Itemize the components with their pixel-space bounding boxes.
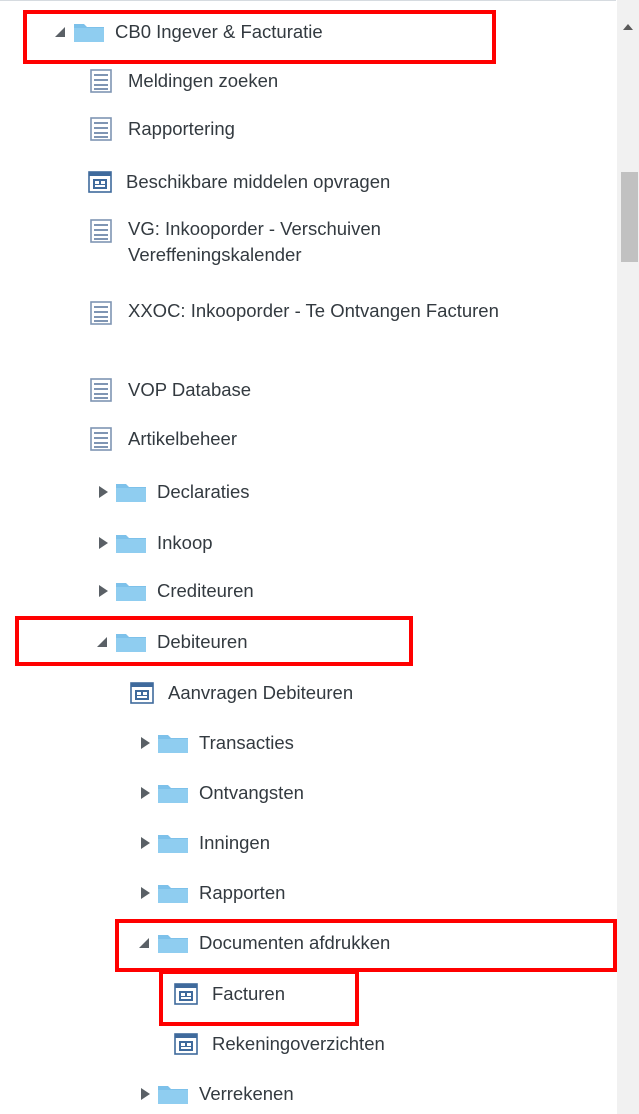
folder-icon <box>157 832 189 854</box>
tree-folder-declaraties[interactable]: Declaraties <box>94 477 250 507</box>
tree-item-label: XXOC: Inkooporder - Te Ontvangen Facture… <box>128 300 499 321</box>
folder-icon <box>157 882 189 904</box>
tree-item-label: VG: Inkooporder - Verschuiven Vereffenin… <box>128 218 381 265</box>
tree-folder-verrekenen[interactable]: Verrekenen <box>136 1079 294 1109</box>
task-icon <box>130 682 154 704</box>
tree-item-rekeningoverzichten[interactable]: Rekeningoverzichten <box>174 1029 385 1059</box>
expanded-triangle-icon[interactable] <box>136 934 154 952</box>
tree-folder-inkoop[interactable]: Inkoop <box>94 528 213 558</box>
page-icon <box>90 378 112 402</box>
tree-item-vop-database[interactable]: VOP Database <box>90 375 251 405</box>
folder-icon <box>115 580 147 602</box>
tree-folder-label: Ontvangsten <box>199 782 304 803</box>
navigator-tree: CB0 Ingever & Facturatie Meldingen zoeke… <box>0 0 617 1114</box>
tree-folder-debiteuren[interactable]: Debiteuren <box>94 627 248 657</box>
tree-item-facturen[interactable]: Facturen <box>174 979 285 1009</box>
page-icon <box>90 219 112 243</box>
collapsed-triangle-icon[interactable] <box>136 1085 154 1103</box>
tree-folder-label: Transacties <box>199 732 294 753</box>
folder-icon <box>157 732 189 754</box>
tree-folder-label: Inningen <box>199 832 270 853</box>
expanded-triangle-icon[interactable] <box>94 633 112 651</box>
tree-item-label: Meldingen zoeken <box>128 70 279 91</box>
tree-item-label: Rapportering <box>128 118 235 139</box>
tree-item-rapportering[interactable]: Rapportering <box>90 114 235 144</box>
tree-item-vg-inkooporder[interactable]: VG: Inkooporder - Verschuiven Vereffenin… <box>90 216 528 272</box>
tree-item-xxoc-inkooporder[interactable]: XXOC: Inkooporder - Te Ontvangen Facture… <box>90 298 528 354</box>
tree-folder-label: Declaraties <box>157 481 250 502</box>
tree-item-label: Rekeningoverzichten <box>212 1033 385 1054</box>
task-icon <box>174 1033 198 1055</box>
task-icon <box>174 983 198 1005</box>
collapsed-triangle-icon[interactable] <box>136 784 154 802</box>
scroll-up-arrow-icon[interactable] <box>623 24 633 30</box>
tree-folder-label: Rapporten <box>199 882 286 903</box>
page-icon <box>90 301 112 325</box>
tree-folder-transacties[interactable]: Transacties <box>136 728 294 758</box>
folder-icon <box>115 532 147 554</box>
tree-folder-documenten-afdrukken[interactable]: Documenten afdrukken <box>136 928 390 958</box>
page-icon <box>90 117 112 141</box>
tree-item-label: VOP Database <box>128 379 252 400</box>
folder-icon <box>157 1083 189 1105</box>
collapsed-triangle-icon[interactable] <box>136 884 154 902</box>
tree-folder-crediteuren[interactable]: Crediteuren <box>94 576 254 606</box>
collapsed-triangle-icon[interactable] <box>94 483 112 501</box>
collapsed-triangle-icon[interactable] <box>136 834 154 852</box>
tree-item-label: Facturen <box>212 983 286 1004</box>
tree-folder-label: Crediteuren <box>157 580 254 601</box>
tree-item-label: Beschikbare middelen opvragen <box>126 171 391 192</box>
tree-item-label: Aanvragen Debiteuren <box>168 682 354 703</box>
task-icon <box>88 171 112 193</box>
vertical-scrollbar[interactable] <box>617 0 639 1114</box>
tree-item-beschikbare-middelen[interactable]: Beschikbare middelen opvragen <box>88 167 390 197</box>
expanded-triangle-icon[interactable] <box>52 23 70 41</box>
page-icon <box>90 69 112 93</box>
collapsed-triangle-icon[interactable] <box>94 582 112 600</box>
tree-node-cb0[interactable]: CB0 Ingever & Facturatie <box>52 17 323 47</box>
folder-icon <box>157 782 189 804</box>
tree-folder-label: Verrekenen <box>199 1083 294 1104</box>
folder-icon <box>115 481 147 503</box>
tree-item-artikelbeheer[interactable]: Artikelbeheer <box>90 424 237 454</box>
tree-folder-label: Inkoop <box>157 532 213 553</box>
scrollbar-thumb[interactable] <box>621 172 638 262</box>
tree-item-label: Artikelbeheer <box>128 428 238 449</box>
tree-node-label: CB0 Ingever & Facturatie <box>115 21 323 42</box>
tree-folder-label: Debiteuren <box>157 631 248 652</box>
collapsed-triangle-icon[interactable] <box>136 734 154 752</box>
folder-icon <box>115 631 147 653</box>
folder-icon <box>73 21 105 43</box>
page-icon <box>90 427 112 451</box>
tree-folder-rapporten[interactable]: Rapporten <box>136 878 285 908</box>
collapsed-triangle-icon[interactable] <box>94 534 112 552</box>
folder-icon <box>157 932 189 954</box>
tree-item-meldingen-zoeken[interactable]: Meldingen zoeken <box>90 66 278 96</box>
tree-item-aanvragen-debiteuren[interactable]: Aanvragen Debiteuren <box>130 678 353 708</box>
tree-folder-ontvangsten[interactable]: Ontvangsten <box>136 778 304 808</box>
tree-folder-label: Documenten afdrukken <box>199 932 391 953</box>
tree-folder-inningen[interactable]: Inningen <box>136 828 270 858</box>
